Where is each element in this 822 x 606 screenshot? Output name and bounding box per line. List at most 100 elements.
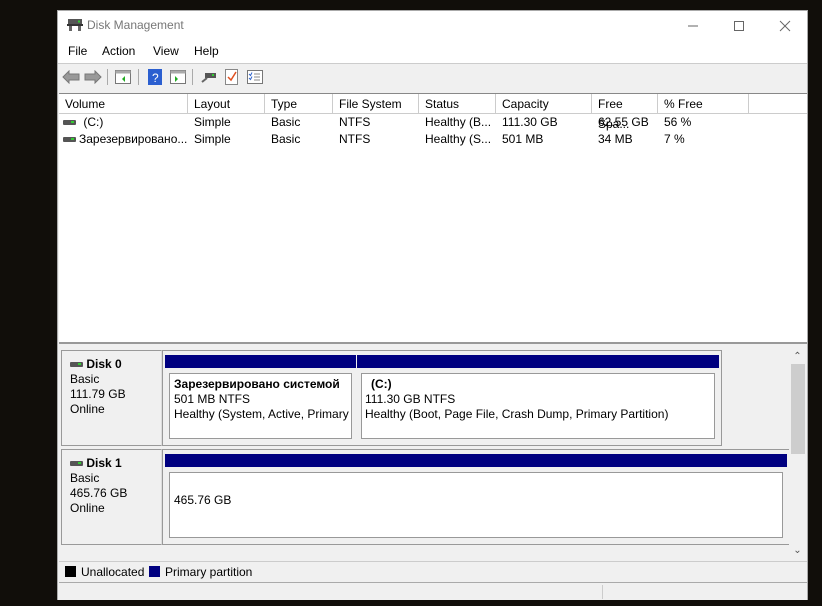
partition-status: Healthy (Boot, Page File, Crash Dump, Pr… <box>365 407 669 421</box>
help-button[interactable]: ? <box>146 68 164 86</box>
graph-vertical-scrollbar[interactable]: ⌃ ⌄ <box>789 348 806 560</box>
disk-icon <box>70 362 83 368</box>
window-title: Disk Management <box>87 18 184 32</box>
partition-name: Зарезервировано системой <box>174 377 340 391</box>
partition-body: 465.76 GB <box>169 472 783 538</box>
menu-view[interactable]: View <box>153 44 179 58</box>
volume-cell: Зарезервировано... <box>63 131 187 148</box>
show-hide-console-tree-icon <box>115 70 131 84</box>
status-bar <box>58 583 807 600</box>
drive-icon <box>63 137 76 143</box>
menu-action[interactable]: Action <box>102 44 135 58</box>
column-header-capacity[interactable]: Capacity <box>496 94 592 113</box>
title-bar[interactable]: Disk Management <box>58 11 807 40</box>
legend-unallocated: Unallocated <box>81 565 145 579</box>
show-hide-console-tree-button[interactable] <box>114 68 132 86</box>
disk-0-partitions: Зарезервировано системой 501 MB NTFS Hea… <box>162 350 722 446</box>
disk-0-label[interactable]: Disk 0 Basic 111.79 GB Online <box>61 350 162 446</box>
properties-check-icon <box>225 69 238 85</box>
partition-size-fs: 111.30 GB NTFS <box>365 392 456 406</box>
toolbar-separator <box>138 69 139 85</box>
primary-partition-bar <box>357 355 719 368</box>
maximize-icon <box>734 20 744 31</box>
svg-text:?: ? <box>152 71 159 85</box>
disk-1-name: Disk 1 <box>70 456 161 471</box>
volume-list: Volume Layout Type File System Status Ca… <box>59 93 807 344</box>
partition-name: (C:) <box>371 377 392 391</box>
status-separator <box>602 585 603 599</box>
capacity-cell: 111.30 GB <box>502 115 558 129</box>
properties-button[interactable] <box>223 68 241 86</box>
forward-icon <box>84 70 102 84</box>
drive-icon <box>63 120 76 126</box>
partition-c-drive[interactable]: (C:) 111.30 GB NTFS Healthy (Boot, Page … <box>357 355 719 443</box>
minimize-icon <box>688 25 698 26</box>
disk-1-label[interactable]: Disk 1 Basic 465.76 GB Online <box>61 449 162 545</box>
type-cell: Basic <box>271 115 301 129</box>
legend: Unallocated Primary partition <box>59 561 807 583</box>
volume-cell: (C:) <box>63 114 103 131</box>
minimize-button[interactable] <box>670 11 716 40</box>
connect-drive-button[interactable] <box>200 68 218 86</box>
partition-status: Healthy (System, Active, Primary P <box>174 407 352 421</box>
disk-0-name: Disk 0 <box>70 357 161 372</box>
disk-0-size: 111.79 GB <box>70 387 126 401</box>
show-hide-action-pane-button[interactable] <box>169 68 187 86</box>
primary-partition-bar <box>165 355 356 368</box>
column-header-free-space[interactable]: Free Spa... <box>592 94 658 131</box>
menu-help[interactable]: Help <box>194 44 219 58</box>
scroll-up-arrow-icon[interactable]: ⌃ <box>789 350 806 364</box>
disk-1-state: Online <box>70 501 105 515</box>
menu-file[interactable]: File <box>68 44 87 58</box>
free-space-cell: 34 MB <box>598 132 633 146</box>
column-header-empty <box>749 94 807 113</box>
scroll-down-arrow-icon[interactable]: ⌄ <box>789 544 806 558</box>
disk-management-app-icon <box>67 19 83 31</box>
layout-cell: Simple <box>194 115 231 129</box>
column-header-volume[interactable]: Volume <box>59 94 188 113</box>
partition-size: 465.76 GB <box>174 493 232 507</box>
column-header-layout[interactable]: Layout <box>188 94 265 113</box>
column-header-percent-free[interactable]: % Free <box>658 94 749 113</box>
volume-row[interactable]: Зарезервировано... Simple Basic NTFS Hea… <box>59 131 807 148</box>
column-header-type[interactable]: Type <box>265 94 333 113</box>
toolbar-separator <box>192 69 193 85</box>
close-button[interactable] <box>762 11 808 40</box>
percent-free-cell: 7 % <box>664 132 685 146</box>
volume-list-header: Volume Layout Type File System Status Ca… <box>59 94 807 131</box>
disk-1-partitions: 465.76 GB <box>162 449 790 545</box>
partition-disk-1[interactable]: 465.76 GB <box>165 454 787 542</box>
disk-icon <box>70 461 83 467</box>
partition-body: Зарезервировано системой 501 MB NTFS Hea… <box>169 373 352 439</box>
connect-drive-icon <box>201 73 216 83</box>
partition-system-reserved[interactable]: Зарезервировано системой 501 MB NTFS Hea… <box>165 355 356 443</box>
disk-0-state: Online <box>70 402 105 416</box>
back-button[interactable] <box>62 68 80 86</box>
list-view-icon <box>247 70 263 84</box>
list-view-button[interactable] <box>246 68 264 86</box>
legend-primary-partition: Primary partition <box>165 565 253 579</box>
forward-button[interactable] <box>84 68 102 86</box>
column-header-file-system[interactable]: File System <box>333 94 419 113</box>
unallocated-swatch <box>65 566 76 577</box>
partition-body: (C:) 111.30 GB NTFS Healthy (Boot, Page … <box>361 373 715 439</box>
back-icon <box>62 70 80 84</box>
partition-size-fs: 501 MB NTFS <box>174 392 251 406</box>
show-hide-action-pane-icon <box>170 70 186 84</box>
status-cell: Healthy (B... <box>425 115 492 129</box>
menu-bar: File Action View Help <box>58 40 807 64</box>
free-space-cell: 62.55 GB <box>598 115 649 129</box>
toolbar-separator <box>107 69 108 85</box>
help-icon: ? <box>148 69 162 85</box>
maximize-button[interactable] <box>716 11 762 40</box>
disk-management-window: Disk Management File Action View Help ? <box>57 10 808 600</box>
file-system-cell: NTFS <box>339 132 371 146</box>
volume-row[interactable]: (C:) Simple Basic NTFS Healthy (B... 111… <box>59 114 807 131</box>
primary-partition-bar <box>165 454 787 467</box>
disk-0-type: Basic <box>70 372 100 386</box>
disk-1-type: Basic <box>70 471 100 485</box>
scroll-thumb[interactable] <box>791 364 805 454</box>
column-header-status[interactable]: Status <box>419 94 496 113</box>
status-cell: Healthy (S... <box>425 132 492 146</box>
type-cell: Basic <box>271 132 301 146</box>
